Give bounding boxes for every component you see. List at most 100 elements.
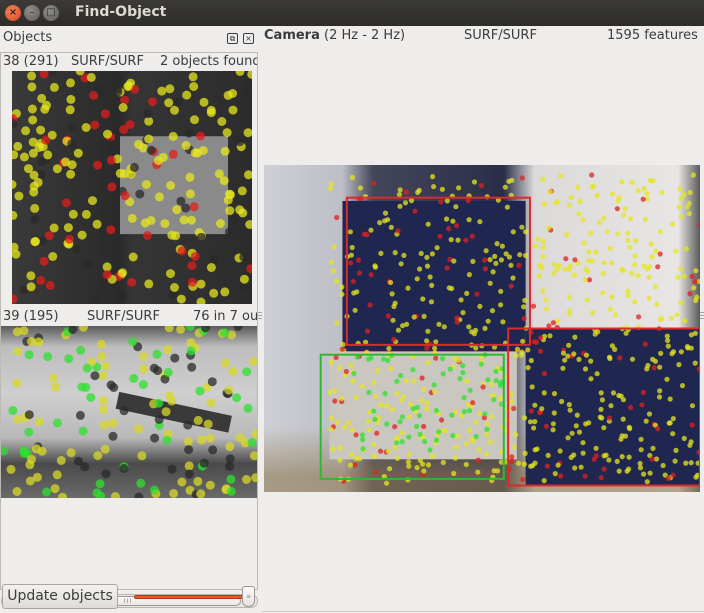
keypoint	[433, 437, 439, 443]
dock-float-button[interactable]: ⧉	[227, 33, 238, 44]
keypoint	[388, 366, 394, 372]
keypoint	[458, 413, 464, 419]
keypoint	[224, 227, 234, 237]
keypoint	[685, 345, 691, 351]
keypoint	[163, 367, 173, 377]
update-objects-button[interactable]: Update objects	[2, 584, 118, 609]
keypoint	[563, 256, 569, 262]
keypoint	[651, 365, 657, 371]
keypoint	[522, 450, 528, 456]
keypoint	[65, 234, 75, 244]
keypoint	[412, 208, 418, 214]
keypoint	[129, 162, 139, 172]
camera-rate: (2 Hz - 2 Hz)	[324, 28, 406, 43]
keypoint	[389, 407, 395, 413]
keypoint	[568, 194, 574, 200]
keypoint	[149, 363, 159, 373]
keypoint	[50, 484, 60, 494]
dock-close-button[interactable]: ×	[243, 33, 254, 44]
keypoint	[129, 373, 139, 383]
dock-splitter-handle[interactable]	[258, 312, 262, 322]
keypoint	[508, 283, 514, 289]
keypoint	[625, 230, 631, 236]
keypoint	[43, 150, 53, 160]
keypoint	[575, 184, 581, 190]
keypoint	[646, 411, 653, 417]
keypoint	[547, 333, 553, 339]
keypoint	[88, 196, 97, 206]
keypoint	[525, 347, 531, 353]
keypoint	[420, 296, 426, 302]
window-minimize-button[interactable]: –	[24, 5, 40, 21]
keypoint	[646, 274, 652, 280]
keypoint	[681, 435, 687, 441]
threshold-slider-track[interactable]	[134, 595, 254, 599]
keypoint	[353, 432, 359, 438]
right-splitter-handle[interactable]	[700, 312, 704, 322]
object-image-39[interactable]	[1, 326, 257, 498]
object-header-39: 39 (195) SURF/SURF 76 in 7 out	[3, 309, 257, 325]
keypoint	[601, 260, 607, 266]
keypoint	[463, 237, 469, 243]
keypoint	[460, 363, 466, 369]
object-id: 38 (291)	[3, 54, 59, 69]
keypoint	[80, 462, 90, 472]
keypoint	[196, 279, 206, 289]
keypoint	[560, 365, 566, 371]
dock-title: Objects	[3, 30, 53, 45]
keypoint	[541, 390, 547, 396]
keypoint	[360, 446, 366, 452]
keypoint	[66, 78, 75, 88]
window-maximize-button[interactable]: □	[43, 5, 59, 21]
object-image-38[interactable]	[12, 71, 252, 304]
keypoint	[456, 185, 462, 191]
keypoint	[655, 426, 661, 432]
keypoint	[225, 454, 235, 464]
keypoint	[334, 320, 340, 326]
keypoint	[406, 434, 412, 440]
keypoint	[593, 249, 599, 255]
keypoint	[13, 346, 23, 356]
threshold-slider-handle[interactable]: ≡	[242, 586, 255, 607]
keypoint	[334, 214, 340, 221]
keypoint	[466, 324, 472, 330]
keypoint	[403, 189, 409, 195]
keypoint	[475, 469, 481, 475]
keypoint	[503, 251, 509, 257]
objects-list[interactable]: 38 (291) SURF/SURF 2 objects found 39 (1…	[0, 52, 258, 590]
keypoint	[396, 192, 402, 198]
keypoint	[27, 104, 37, 114]
keypoint	[444, 265, 450, 271]
keypoint	[580, 450, 586, 456]
keypoint	[142, 180, 151, 189]
keypoint	[511, 405, 517, 412]
keypoint	[485, 377, 491, 383]
keypoint	[56, 456, 66, 465]
keypoint	[12, 327, 22, 337]
keypoint	[6, 464, 16, 474]
keypoint	[154, 398, 164, 408]
keypoint	[562, 357, 568, 363]
keypoint	[330, 268, 336, 274]
keypoint	[235, 71, 245, 76]
keypoint	[207, 377, 217, 387]
keypoint	[81, 123, 91, 132]
window-close-button[interactable]: ×	[5, 5, 21, 21]
keypoint	[26, 271, 36, 281]
keypoint	[622, 433, 629, 439]
keypoint	[431, 382, 437, 388]
keypoint	[184, 445, 194, 455]
keypoint	[360, 437, 366, 443]
keypoint	[655, 264, 661, 270]
keypoint	[509, 454, 515, 460]
keypoint	[667, 396, 673, 402]
camera-image[interactable]	[264, 165, 700, 492]
keypoint	[697, 222, 700, 228]
keypoint	[641, 263, 647, 269]
keypoint	[339, 395, 345, 401]
keypoint	[424, 263, 431, 269]
close-icon: ×	[8, 7, 18, 18]
keypoint	[240, 85, 250, 95]
keypoint	[248, 357, 257, 366]
keypoint	[629, 356, 636, 362]
